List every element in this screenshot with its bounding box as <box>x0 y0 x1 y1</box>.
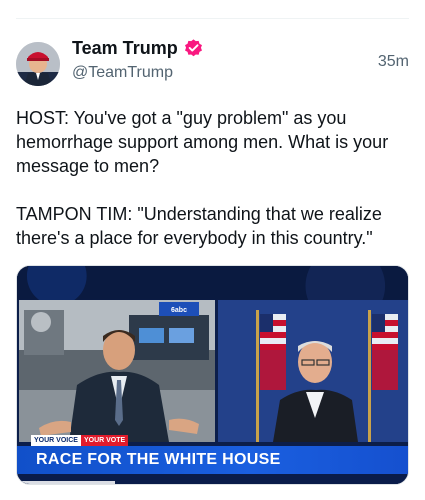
lower-third: YOUR VOICE YOUR VOTE RACE FOR THE WHITE … <box>17 433 408 484</box>
name-row: Team Trump <box>72 38 204 59</box>
timestamp[interactable]: 35m <box>378 53 409 71</box>
tweet-text: HOST: You've got a "guy problem" as you … <box>16 108 389 248</box>
video-media[interactable]: 6abc YOUR VOICE YOUR VOTE RACE FOR THE W… <box>16 265 409 485</box>
video-progress-bar[interactable] <box>17 481 115 484</box>
guest-panel <box>218 300 408 442</box>
verified-badge-icon <box>183 38 204 59</box>
vote-tag: YOUR VOICE YOUR VOTE <box>31 435 129 446</box>
headline: RACE FOR THE WHITE HOUSE <box>36 451 281 468</box>
handle[interactable]: @TeamTrump <box>72 64 173 82</box>
avatar[interactable] <box>16 42 60 86</box>
avatar-image <box>16 42 60 86</box>
headline-bar: RACE FOR THE WHITE HOUSE <box>17 446 408 474</box>
display-name[interactable]: Team Trump <box>72 38 178 59</box>
svg-text:6abc: 6abc <box>171 307 187 314</box>
tag-your-voice: YOUR VOICE <box>31 435 81 446</box>
tag-your-vote: YOUR VOTE <box>80 435 129 446</box>
top-divider <box>16 18 409 19</box>
anchor-panel: 6abc <box>19 300 215 442</box>
